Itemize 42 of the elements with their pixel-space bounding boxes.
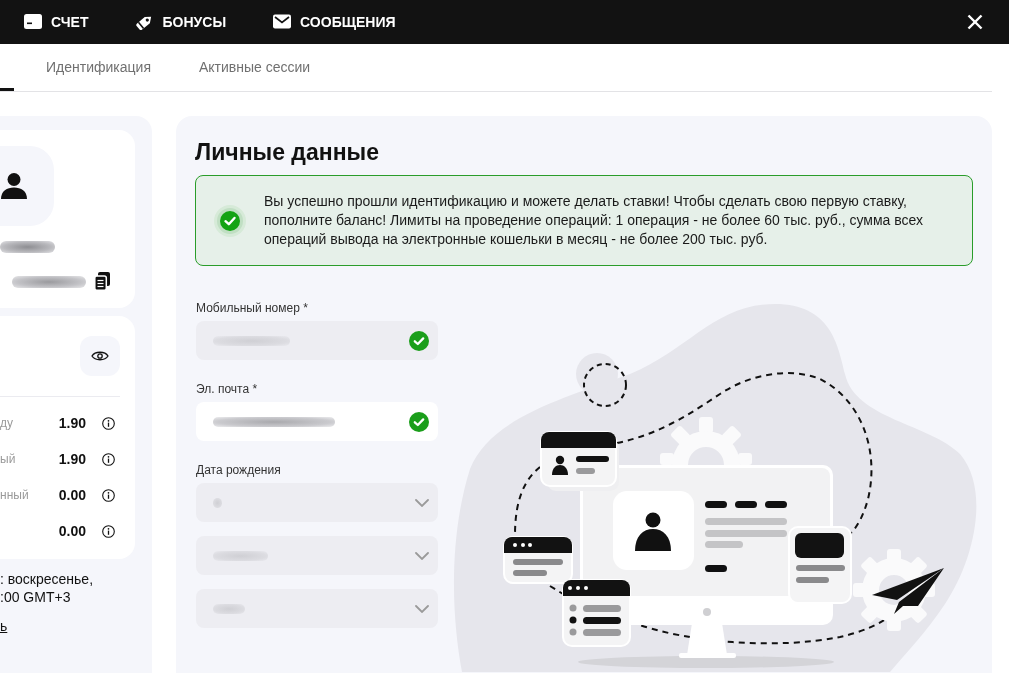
schedule-note: : воскресенье, :00 GMT+3 (0, 570, 95, 606)
chevron-down-icon (415, 498, 429, 507)
info-icon[interactable] (102, 416, 115, 430)
envelope-icon (273, 14, 292, 30)
chevron-down-icon (415, 551, 429, 560)
eye-icon (91, 350, 109, 362)
person-icon (0, 172, 28, 200)
alert-message: Вы успешно прошли идентификацию и можете делать ставки! Чтобы сделать свою первую ставку, пополните баланс! Лимиты на проведение операций: 1 операция - не более 60 тыс. руб., сумма всех операций вывода на электронные кошельки в месяц - не более 200 тыс. руб. (264, 192, 925, 249)
balance-label: ду (0, 415, 14, 432)
balance-label: ый (0, 451, 17, 468)
link[interactable]: ь (0, 616, 8, 637)
input-field[interactable] (196, 402, 438, 441)
info-icon[interactable] (102, 524, 115, 538)
tab[interactable]: Активные сессии (198, 59, 311, 91)
nav-link[interactable]: БОНУСЫ (135, 14, 227, 30)
nav-link[interactable]: СООБЩЕНИЯ (273, 14, 396, 30)
tab[interactable]: Идентификация (46, 59, 151, 91)
copy-icon[interactable] (94, 272, 110, 291)
blurred-value (213, 603, 245, 614)
field-label: Эл. почта * (196, 382, 259, 396)
card-icon (24, 14, 42, 30)
field-label: Дата рождения (196, 463, 282, 477)
balance-amount: 1.90 (58, 449, 86, 469)
balance-amount: 1.90 (58, 413, 86, 433)
panel-title: Личные данные (195, 138, 380, 166)
paper-plane-icon (872, 568, 944, 614)
info-icon[interactable] (102, 452, 115, 466)
show-balance-button[interactable] (80, 336, 120, 376)
balance-amount: 0.00 (58, 521, 86, 541)
chevron-down-icon (415, 604, 429, 613)
blurred-value (213, 497, 222, 508)
balance-label: нный (0, 487, 30, 504)
balance-amount: 0.00 (58, 485, 86, 505)
nav-link[interactable]: СЧЕТ (24, 14, 89, 30)
close-icon[interactable] (967, 14, 983, 30)
blurred-value (213, 550, 268, 561)
blurred-name (0, 241, 55, 253)
field-label: Мобильный номер * (196, 301, 309, 315)
check-icon (214, 204, 246, 237)
dashed-circle-drawing (576, 353, 627, 407)
tag-icon (135, 14, 154, 30)
info-icon[interactable] (102, 488, 115, 502)
